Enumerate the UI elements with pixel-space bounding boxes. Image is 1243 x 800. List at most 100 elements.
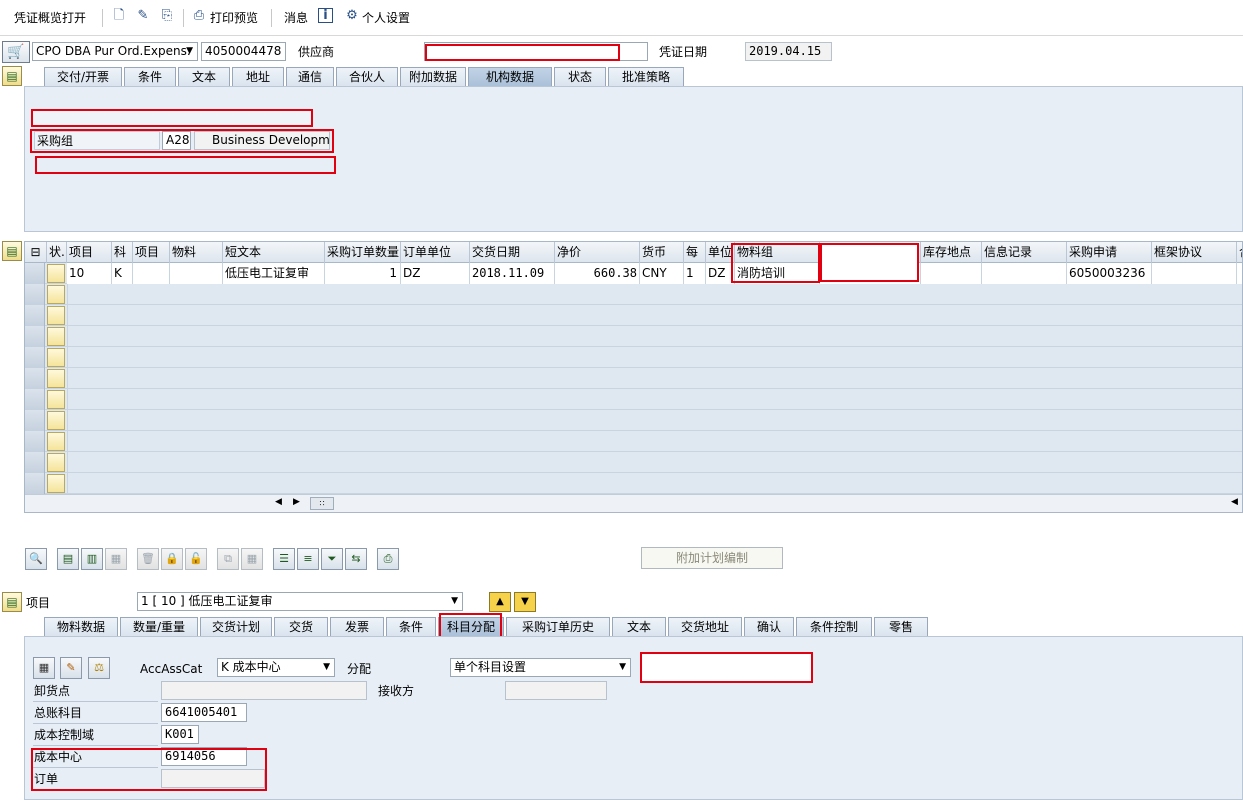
- document-date-field[interactable]: 2019.04.15: [745, 42, 832, 61]
- tab-org-data[interactable]: 机构数据: [468, 67, 552, 87]
- tab-item-conditions[interactable]: 条件: [386, 617, 436, 637]
- tab-texts[interactable]: 文本: [178, 67, 230, 87]
- tab-confirmations[interactable]: 确认: [744, 617, 794, 637]
- multiple-assignment-icon[interactable]: ▦: [33, 657, 55, 679]
- column-header[interactable]: 库存地点: [921, 242, 982, 263]
- order-unit-cell[interactable]: DZ: [401, 263, 470, 284]
- gl-account-field[interactable]: 6641005401: [161, 703, 247, 722]
- price-unit-cell[interactable]: 1: [684, 263, 706, 284]
- tab-material-data[interactable]: 物料数据: [44, 617, 118, 637]
- po-number-field[interactable]: 4050004478: [201, 42, 286, 61]
- row-status-cell[interactable]: [47, 390, 65, 409]
- column-header[interactable]: 物料: [170, 242, 223, 263]
- scroll-thumb[interactable]: ∷: [310, 497, 334, 510]
- tab-delivery[interactable]: 交货: [274, 617, 328, 637]
- tab-po-history[interactable]: 采购订单历史: [506, 617, 610, 637]
- recipient-field[interactable]: [505, 681, 607, 700]
- row-selector[interactable]: [25, 473, 45, 494]
- table-row[interactable]: [25, 473, 1242, 494]
- column-header[interactable]: 项目: [133, 242, 170, 263]
- schedule-button[interactable]: 附加计划编制: [641, 547, 783, 569]
- row-status-cell[interactable]: [47, 432, 65, 451]
- item-cat-cell[interactable]: [133, 263, 170, 284]
- row-selector[interactable]: [25, 431, 45, 452]
- row-selector[interactable]: [25, 389, 45, 410]
- row-status-cell[interactable]: [47, 285, 65, 304]
- tab-item-texts[interactable]: 文本: [612, 617, 666, 637]
- tab-retail[interactable]: 零售: [874, 617, 928, 637]
- filter-icon[interactable]: ⏷: [321, 548, 343, 570]
- outline-agreement-cell[interactable]: [1152, 263, 1237, 284]
- sort-descending-icon[interactable]: ≡: [297, 548, 319, 570]
- row-selector[interactable]: [25, 452, 45, 473]
- co-area-field[interactable]: K001: [161, 725, 199, 744]
- table-row[interactable]: [25, 389, 1242, 410]
- tab-communication[interactable]: 通信: [286, 67, 334, 87]
- net-price-cell[interactable]: 660.38: [555, 263, 640, 284]
- column-header[interactable]: 框架协议: [1152, 242, 1237, 263]
- tab-delivery-invoice[interactable]: 交付/开票: [44, 67, 122, 87]
- currency-cell[interactable]: CNY: [640, 263, 684, 284]
- column-header[interactable]: 交货日期: [470, 242, 555, 263]
- extra-cell[interactable]: [1237, 263, 1242, 284]
- table-row[interactable]: [25, 347, 1242, 368]
- column-header[interactable]: 项目: [67, 242, 112, 263]
- table-row[interactable]: [25, 431, 1242, 452]
- item-number-cell[interactable]: 10: [67, 263, 112, 284]
- next-item-button[interactable]: ▼: [514, 592, 536, 612]
- column-header[interactable]: 状.: [47, 242, 67, 263]
- scroll-right-end-icon[interactable]: ◀: [1231, 497, 1238, 507]
- document-type-select[interactable]: CPO DBA Pur Ord.Expens. ▼: [32, 42, 198, 61]
- collapse-header-icon[interactable]: ▤: [2, 66, 22, 86]
- tab-address[interactable]: 地址: [232, 67, 284, 87]
- shopping-cart-icon[interactable]: 🛒: [2, 41, 30, 63]
- unloading-point-field[interactable]: [161, 681, 367, 700]
- add-item-icon[interactable]: ▤: [57, 548, 79, 570]
- column-header[interactable]: 短文本: [223, 242, 325, 263]
- column-header[interactable]: 合: [1237, 242, 1242, 263]
- column-header[interactable]: 货币: [640, 242, 684, 263]
- document-overview-button[interactable]: 凭证概览打开: [14, 8, 86, 28]
- messages-button[interactable]: 消息: [284, 8, 308, 28]
- column-header[interactable]: 采购订单数量: [325, 242, 401, 263]
- row-status-cell[interactable]: [47, 369, 65, 388]
- row-selector[interactable]: [25, 368, 45, 389]
- distribution-select[interactable]: 单个科目设置 ▼: [450, 658, 631, 677]
- table-row[interactable]: [25, 410, 1242, 431]
- column-header[interactable]: 信息记录: [982, 242, 1067, 263]
- edit-icon[interactable]: ✎: [60, 657, 82, 679]
- previous-item-button[interactable]: ▲: [489, 592, 511, 612]
- tab-status[interactable]: 状态: [554, 67, 606, 87]
- print-preview-button[interactable]: 打印预览: [210, 8, 258, 28]
- print-icon[interactable]: ⎙: [377, 548, 399, 570]
- display-change-icon[interactable]: ✎: [134, 7, 152, 25]
- row-selector[interactable]: [25, 263, 45, 284]
- tab-invoice[interactable]: 发票: [330, 617, 384, 637]
- tab-release-strategy[interactable]: 批准策略: [608, 67, 684, 87]
- table-row[interactable]: [25, 305, 1242, 326]
- other-document-icon[interactable]: ⎘: [158, 7, 176, 25]
- tab-condition-control[interactable]: 条件控制: [796, 617, 872, 637]
- row-status-cell[interactable]: [47, 264, 65, 283]
- tab-quantity-weight[interactable]: 数量/重量: [120, 617, 198, 637]
- layout-icon[interactable]: ⇆: [345, 548, 367, 570]
- column-header[interactable]: 采购申请: [1067, 242, 1152, 263]
- new-document-icon[interactable]: 🗋: [110, 7, 128, 25]
- help-info-icon[interactable]: i: [318, 8, 333, 23]
- collapse-item-detail-icon[interactable]: ▤: [2, 592, 22, 612]
- row-selector[interactable]: [25, 410, 45, 431]
- row-status-cell[interactable]: [47, 474, 65, 493]
- row-status-cell[interactable]: [47, 306, 65, 325]
- table-row[interactable]: [25, 368, 1242, 389]
- row-status-cell[interactable]: [47, 453, 65, 472]
- purchase-req-cell[interactable]: 6050003236: [1067, 263, 1152, 284]
- tab-additional-data[interactable]: 附加数据: [400, 67, 466, 87]
- tab-delivery-address[interactable]: 交货地址: [668, 617, 742, 637]
- copy-item-icon[interactable]: ▥: [81, 548, 103, 570]
- short-text-cell[interactable]: 低压电工证复审: [223, 263, 325, 284]
- row-status-cell[interactable]: [47, 411, 65, 430]
- row-status-cell[interactable]: [47, 327, 65, 346]
- table-row[interactable]: [25, 452, 1242, 473]
- tab-partners[interactable]: 合伙人: [336, 67, 398, 87]
- select-all-icon[interactable]: ⊟: [25, 242, 47, 263]
